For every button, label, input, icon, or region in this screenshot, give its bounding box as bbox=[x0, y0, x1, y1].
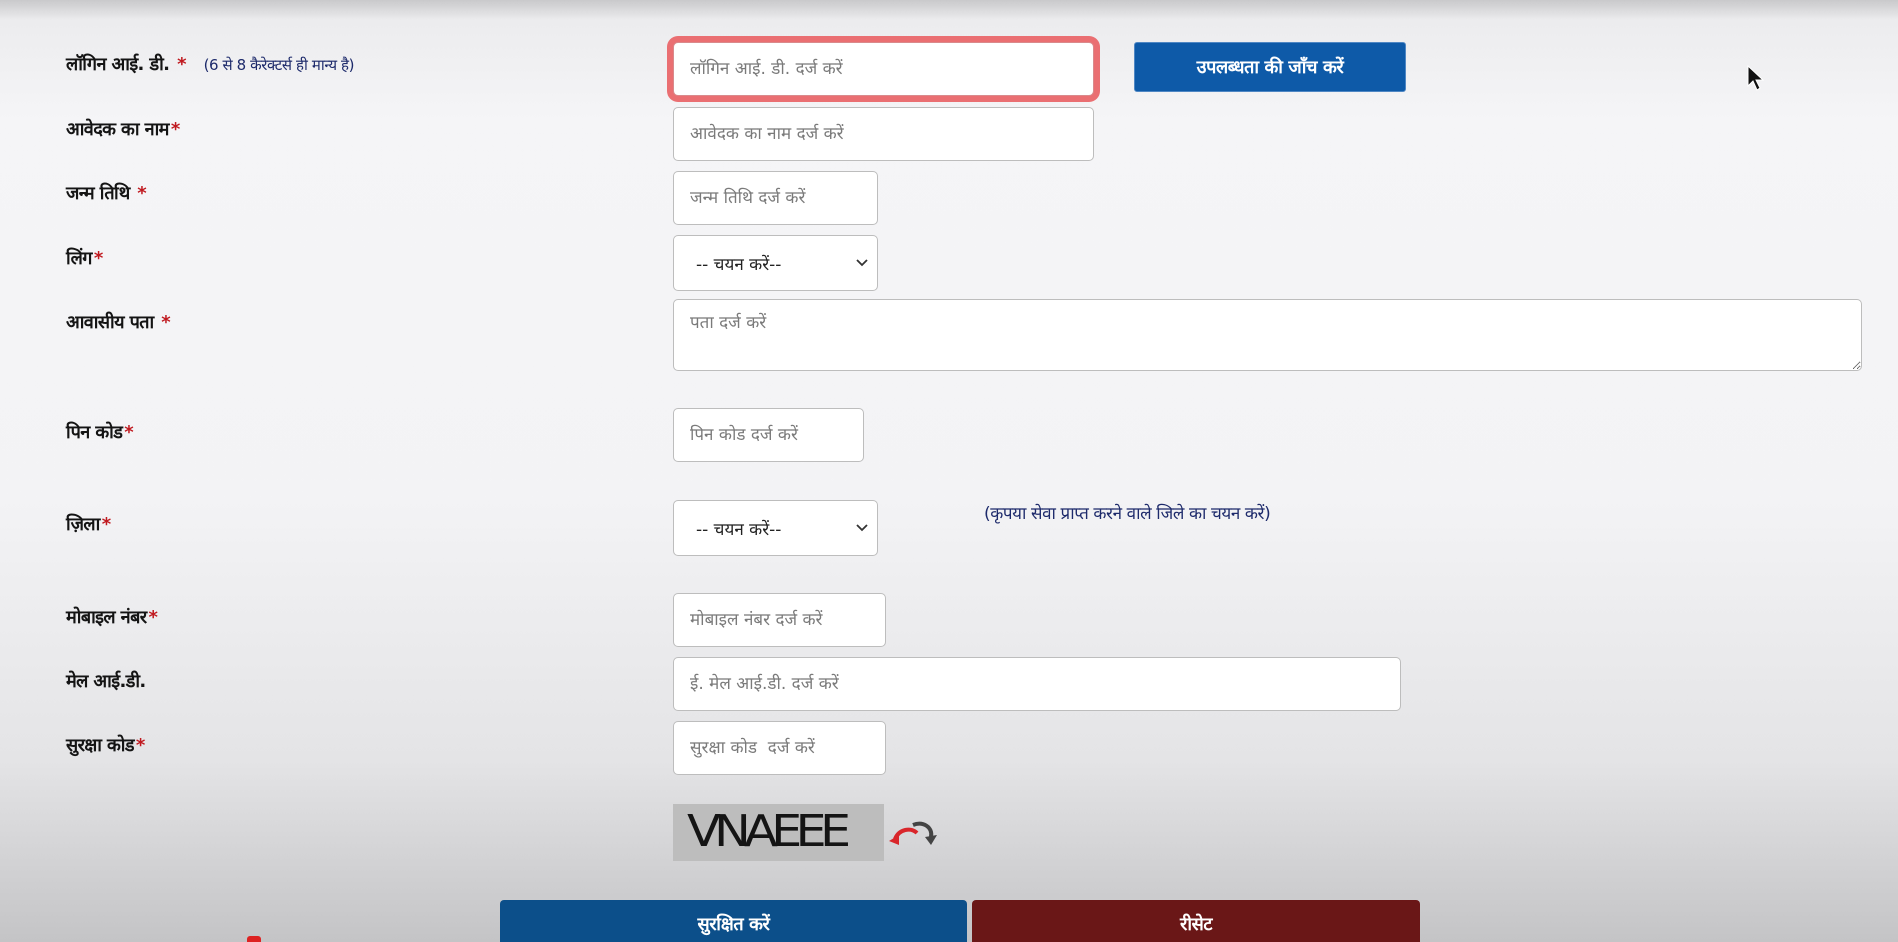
district-select[interactable]: -- चयन करें-- bbox=[673, 500, 878, 556]
reset-button[interactable]: रीसेट bbox=[972, 900, 1420, 942]
login-id-label-text: लॉगिन आई. डी. bbox=[66, 54, 170, 75]
address-label: आवासीय पता * bbox=[66, 310, 171, 334]
address-label-text: आवासीय पता bbox=[66, 312, 154, 333]
district-note: (कृपया सेवा प्राप्त करने वाले जिले का चय… bbox=[984, 504, 1271, 524]
login-id-input[interactable] bbox=[673, 42, 1094, 96]
captcha-image: VNAEEE bbox=[673, 804, 884, 861]
address-textarea[interactable] bbox=[673, 299, 1862, 371]
security-code-label-text: सुरक्षा कोड bbox=[66, 735, 134, 756]
applicant-name-label: आवेदक का नाम * bbox=[66, 117, 180, 141]
security-code-label: सुरक्षा कोड * bbox=[66, 733, 145, 757]
required-mark: * bbox=[161, 312, 171, 333]
gender-select[interactable]: -- चयन करें-- bbox=[673, 235, 878, 291]
check-availability-button[interactable]: उपलब्धता की जाँच करें bbox=[1134, 42, 1406, 92]
save-label: सुरक्षित करें bbox=[697, 914, 770, 935]
required-mark: * bbox=[101, 514, 111, 535]
captcha-text: VNAEEE bbox=[687, 806, 851, 857]
gender-selected-value: -- चयन करें-- bbox=[696, 254, 782, 275]
required-mark: * bbox=[93, 248, 103, 269]
required-mark: * bbox=[135, 735, 145, 756]
gender-label-text: लिंग bbox=[66, 248, 92, 269]
login-id-label: लॉगिन आई. डी. * (6 से 8 कैरेक्टर्स ही मा… bbox=[66, 52, 354, 76]
required-mark: * bbox=[177, 54, 186, 75]
required-mark: * bbox=[137, 183, 147, 204]
required-mark: * bbox=[124, 422, 134, 443]
check-availability-label: उपलब्धता की जाँच करें bbox=[1196, 57, 1344, 78]
pincode-label-text: पिन कोड bbox=[66, 422, 123, 443]
mobile-label-text: मोबाइल नंबर bbox=[66, 607, 147, 628]
email-label-text: मेल आई.डी. bbox=[66, 671, 146, 692]
applicant-name-input[interactable] bbox=[673, 107, 1094, 161]
dob-input[interactable] bbox=[673, 171, 878, 225]
reset-label: रीसेट bbox=[1179, 914, 1213, 935]
gender-label: लिंग * bbox=[66, 246, 103, 270]
dob-label: जन्म तिथि * bbox=[66, 181, 147, 205]
applicant-name-label-text: आवेदक का नाम bbox=[66, 119, 169, 140]
chevron-down-icon bbox=[856, 524, 868, 532]
dob-label-text: जन्म तिथि bbox=[66, 183, 130, 204]
refresh-captcha-icon[interactable] bbox=[885, 817, 939, 847]
email-input[interactable] bbox=[673, 657, 1401, 711]
red-marker bbox=[247, 936, 261, 942]
required-mark: * bbox=[148, 607, 158, 628]
mobile-input[interactable] bbox=[673, 593, 886, 647]
district-label: ज़िला * bbox=[66, 512, 111, 536]
email-label: मेल आई.डी. bbox=[66, 669, 146, 693]
security-code-input[interactable] bbox=[673, 721, 886, 775]
district-label-text: ज़िला bbox=[66, 514, 100, 535]
mobile-label: मोबाइल नंबर * bbox=[66, 605, 158, 629]
required-mark: * bbox=[170, 119, 180, 140]
login-id-hint: (6 से 8 कैरेक्टर्स ही मान्य है) bbox=[203, 56, 355, 74]
pincode-input[interactable] bbox=[673, 408, 864, 462]
chevron-down-icon bbox=[856, 259, 868, 267]
pincode-label: पिन कोड * bbox=[66, 420, 134, 444]
district-selected-value: -- चयन करें-- bbox=[696, 519, 782, 540]
mouse-cursor-icon bbox=[1747, 64, 1764, 91]
save-button[interactable]: सुरक्षित करें bbox=[500, 900, 967, 942]
